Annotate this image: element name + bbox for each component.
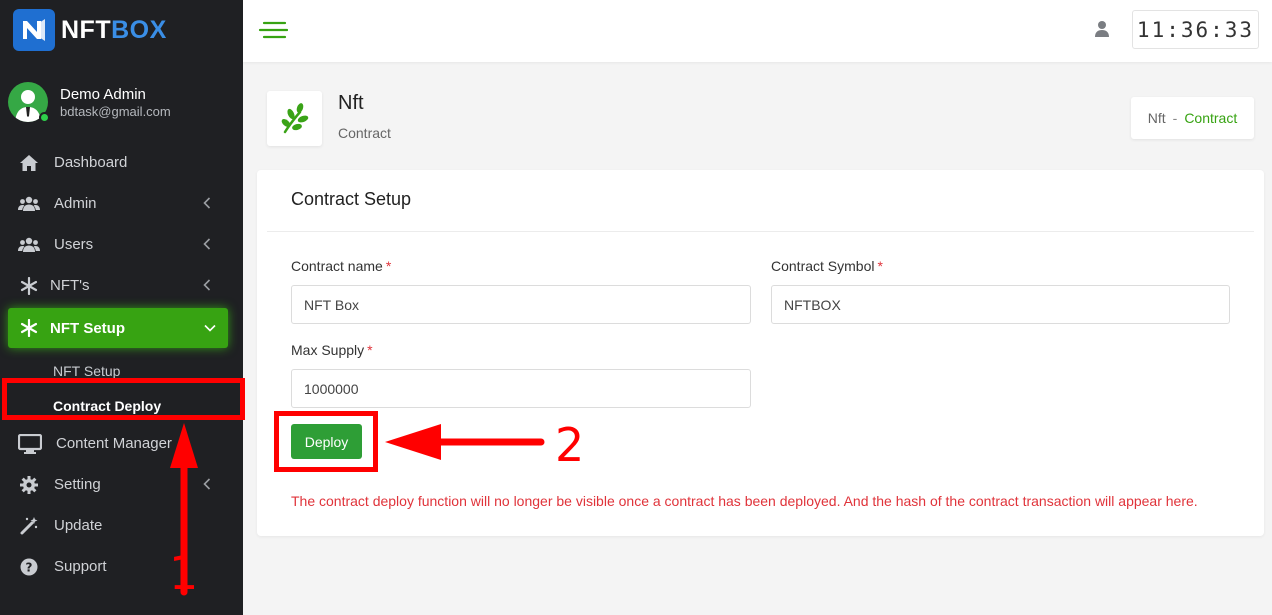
- sidebar-item-admin[interactable]: Admin: [0, 183, 243, 224]
- breadcrumb-separator: -: [1172, 110, 1178, 126]
- home-icon: [18, 152, 40, 174]
- sidebar-item-nfts[interactable]: NFT's: [0, 265, 243, 306]
- sidebar-item-label: Content Manager: [56, 435, 172, 452]
- snowflake-icon: [18, 317, 40, 339]
- sidebar-item-label: Support: [54, 558, 107, 575]
- breadcrumb-current: Contract: [1184, 110, 1238, 126]
- leaf-branch-icon: [281, 102, 308, 133]
- max-supply-input[interactable]: [291, 369, 751, 408]
- online-status-dot: [39, 112, 50, 123]
- card-title: Contract Setup: [291, 189, 412, 209]
- svg-text:?: ?: [26, 560, 33, 574]
- sidebar-item-label: Dashboard: [54, 154, 128, 171]
- chevron-left-icon: [199, 236, 215, 252]
- sidebar-item-label: NFT's: [50, 277, 90, 294]
- contract-setup-card: Contract Setup Contract name* Contract S…: [257, 170, 1264, 536]
- user-name: Demo Admin: [60, 85, 146, 103]
- contract-name-label: Contract name *: [291, 258, 392, 274]
- sidebar-item-label: NFT Setup: [50, 319, 125, 337]
- page-subtitle: Contract: [338, 125, 391, 141]
- annotation-step-1: 1: [169, 546, 199, 600]
- sidebar-item-label: Update: [54, 517, 103, 534]
- deploy-notice: The contract deploy function will no lon…: [291, 493, 1198, 509]
- page-icon-box: [267, 91, 322, 146]
- digital-clock: 11:36:33: [1132, 10, 1259, 49]
- brand-name: NFTBOX: [61, 15, 167, 44]
- user-panel[interactable]: Demo Admin bdtask@gmail.com: [8, 82, 171, 123]
- gear-icon: [18, 474, 40, 496]
- users-icon: [18, 234, 40, 256]
- sidebar-item-dashboard[interactable]: Dashboard: [0, 142, 243, 183]
- required-mark: *: [385, 258, 392, 274]
- page-title: Nft: [338, 92, 364, 114]
- hamburger-menu-icon[interactable]: [258, 20, 289, 40]
- annotation-arrow-left: [385, 424, 545, 460]
- sidebar-item-users[interactable]: Users: [0, 224, 243, 265]
- chevron-left-icon: [199, 195, 215, 211]
- contract-name-input[interactable]: [291, 285, 751, 324]
- max-supply-label: Max Supply *: [291, 342, 373, 358]
- user-email: bdtask@gmail.com: [60, 103, 171, 119]
- submenu-item-label: NFT Setup: [53, 362, 121, 379]
- avatar: [8, 82, 50, 123]
- topbar: 11:36:33: [243, 0, 1272, 62]
- sidebar-item-label: Setting: [54, 476, 101, 493]
- card-divider: [267, 231, 1254, 232]
- magic-wand-icon: [18, 515, 40, 537]
- monitor-icon: [18, 433, 42, 455]
- sidebar-item-label: Users: [54, 236, 94, 253]
- contract-symbol-input[interactable]: [771, 285, 1230, 324]
- nftbox-logo-icon: [13, 9, 55, 51]
- chevron-left-icon: [199, 277, 215, 293]
- contract-symbol-label: Contract Symbol *: [771, 258, 883, 274]
- snowflake-icon: [18, 275, 40, 297]
- user-profile-icon[interactable]: [1093, 20, 1111, 38]
- breadcrumb-parent[interactable]: Nft: [1148, 110, 1166, 126]
- sidebar-item-label: Admin: [54, 195, 97, 212]
- users-icon: [18, 193, 40, 215]
- annotation-step-2: 2: [555, 418, 585, 472]
- required-mark: *: [877, 258, 883, 274]
- annotation-highlight-deploy-button: [274, 411, 378, 472]
- sidebar-item-nft-setup[interactable]: NFT Setup: [8, 308, 228, 348]
- chevron-down-icon: [202, 320, 218, 336]
- breadcrumb: Nft - Contract: [1131, 97, 1254, 139]
- question-circle-icon: ?: [18, 556, 40, 578]
- required-mark: *: [367, 342, 373, 358]
- annotation-highlight-contract-deploy: [2, 378, 245, 420]
- brand[interactable]: NFTBOX: [13, 9, 167, 51]
